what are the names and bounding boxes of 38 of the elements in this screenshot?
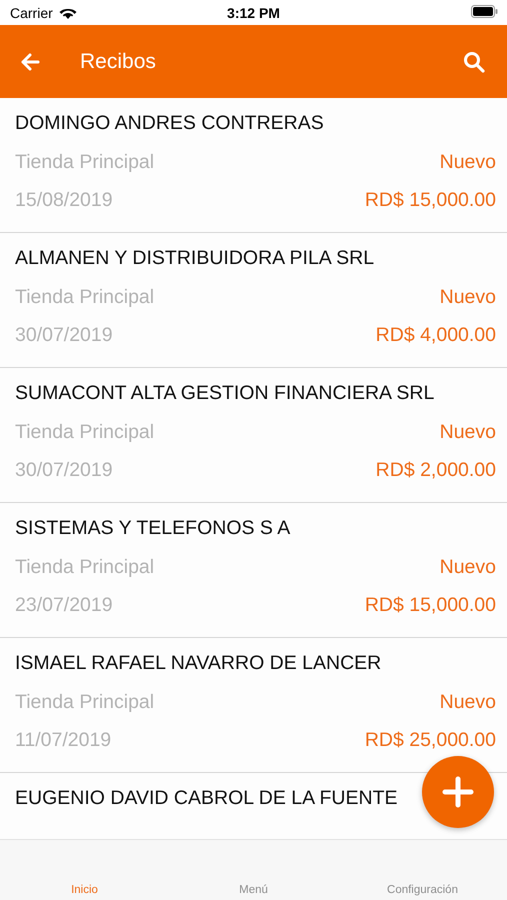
receipt-amount: RD$ 4,000.00 [376,323,496,347]
search-icon [463,50,485,72]
receipt-amount: RD$ 15,000.00 [364,593,496,617]
back-arrow-icon [20,52,40,70]
add-button[interactable] [422,756,494,828]
customer-name: SISTEMAS Y TELEFONOS S A [15,516,290,541]
screen-title: Recibos [80,50,157,74]
receipt-amount: RD$ 15,000.00 [364,188,496,212]
receipt-date: 30/07/2019 [15,458,113,482]
receipt-amount: RD$ 25,000.00 [364,728,496,752]
store-name: Tienda Principal [15,690,154,714]
receipt-date: 15/08/2019 [15,188,113,212]
customer-name: ISMAEL RAFAEL NAVARRO DE LANCER [15,651,382,676]
status-label: Nuevo [440,285,496,309]
receipt-row[interactable]: SISTEMAS Y TELEFONOS S A Tienda Principal Nuevo 23/07/2019 RD$ 15,000.00 [0,503,507,638]
store-name: Tienda Principal [15,150,154,174]
store-name: Tienda Principal [15,555,154,579]
receipt-amount: RD$ 2,000.00 [376,458,496,482]
customer-name: DOMINGO ANDRES CONTRERAS [15,111,324,136]
status-label: Nuevo [440,555,496,579]
battery-icon [471,4,498,18]
receipt-row[interactable]: DOMINGO ANDRES CONTRERAS Tienda Principal Nuevo 15/08/2019 RD$ 15,000.00 [0,98,507,233]
carrier-label: Carrier [10,4,53,20]
plus-icon [442,776,474,808]
customer-name: SUMACONT ALTA GESTION FINANCIERA SRL [15,381,434,406]
store-name: Tienda Principal [15,285,154,309]
customer-name: ALMANEN Y DISTRIBUIDORA PILA SRL [15,246,374,271]
status-label: Nuevo [440,690,496,714]
receipt-row[interactable]: ALMANEN Y DISTRIBUIDORA PILA SRL Tienda Principal Nuevo 30/07/2019 RD$ 4,000.00 [0,233,507,368]
receipt-date: 30/07/2019 [15,323,113,347]
customer-name: EUGENIO DAVID CABROL DE LA FUENTE [15,786,398,811]
receipt-date: 23/07/2019 [15,593,113,617]
receipt-date: 11/07/2019 [15,728,112,752]
status-label: Nuevo [440,420,496,444]
receipt-row[interactable]: SUMACONT ALTA GESTION FINANCIERA SRL Tienda Principal Nuevo 30/07/2019 RD$ 2,000.00 [0,368,507,503]
status-label: Nuevo [440,150,496,174]
store-name: Tienda Principal [15,420,154,444]
clock-time: 3:12 PM [227,4,280,20]
